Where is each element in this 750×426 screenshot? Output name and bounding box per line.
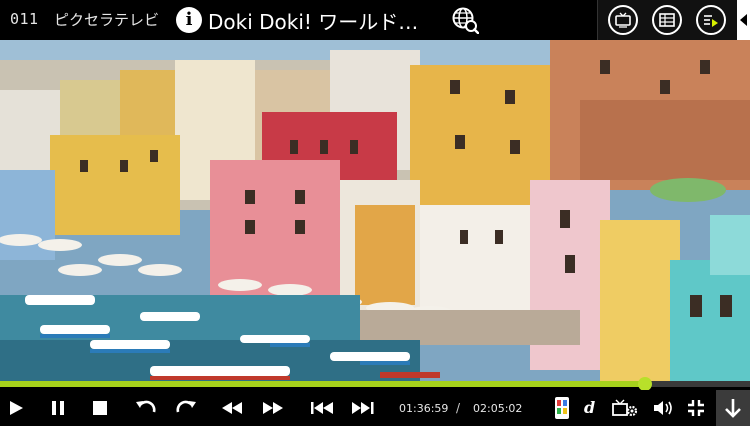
previous-chapter-icon[interactable] <box>309 398 335 418</box>
volume-icon[interactable] <box>652 398 674 418</box>
video-scene <box>0 40 750 383</box>
settings-tv-icon[interactable] <box>612 398 638 418</box>
control-bar: 01:36:59 / 02:05:02 d <box>0 390 750 426</box>
arrow-down-icon <box>725 399 741 418</box>
tv-button[interactable] <box>608 5 638 35</box>
search-globe-icon[interactable] <box>451 6 480 35</box>
top-bar: 011 ピクセラテレビ i Doki Doki! ワールド… <box>0 0 750 40</box>
next-chapter-icon[interactable] <box>350 398 376 418</box>
rewind-icon[interactable] <box>220 398 244 418</box>
tv-icon <box>615 12 631 28</box>
d-button-icon[interactable]: d <box>584 398 595 417</box>
hide-controls-button[interactable] <box>716 390 750 426</box>
total-time: 02:05:02 <box>473 402 523 415</box>
program-title: Doki Doki! ワールド… <box>208 10 419 34</box>
stop-icon[interactable] <box>90 398 110 418</box>
time-separator: / <box>456 401 461 415</box>
pause-icon[interactable] <box>48 398 68 418</box>
channel-name: ピクセラテレビ <box>54 11 160 29</box>
seek-progress <box>0 381 645 387</box>
program-guide-button[interactable] <box>652 5 682 35</box>
playlist-button[interactable] <box>696 5 726 35</box>
top-right-buttons <box>597 0 750 40</box>
playlist-play-icon <box>704 15 718 27</box>
current-time: 01:36:59 <box>399 402 449 415</box>
exit-fullscreen-icon[interactable] <box>686 398 706 418</box>
collapse-arrow-icon[interactable] <box>737 0 750 40</box>
skip-forward-icon[interactable] <box>174 398 198 418</box>
info-icon[interactable]: i <box>176 7 202 33</box>
fast-forward-icon[interactable] <box>261 398 285 418</box>
play-icon[interactable] <box>6 398 26 418</box>
seek-bar[interactable] <box>0 377 750 391</box>
replay-back-icon[interactable] <box>134 398 158 418</box>
channel-number: 011 <box>10 10 39 28</box>
program-guide-icon <box>659 13 675 27</box>
video-frame[interactable] <box>0 40 750 383</box>
seek-handle[interactable] <box>638 377 652 391</box>
data-broadcast-icon[interactable] <box>554 396 570 420</box>
